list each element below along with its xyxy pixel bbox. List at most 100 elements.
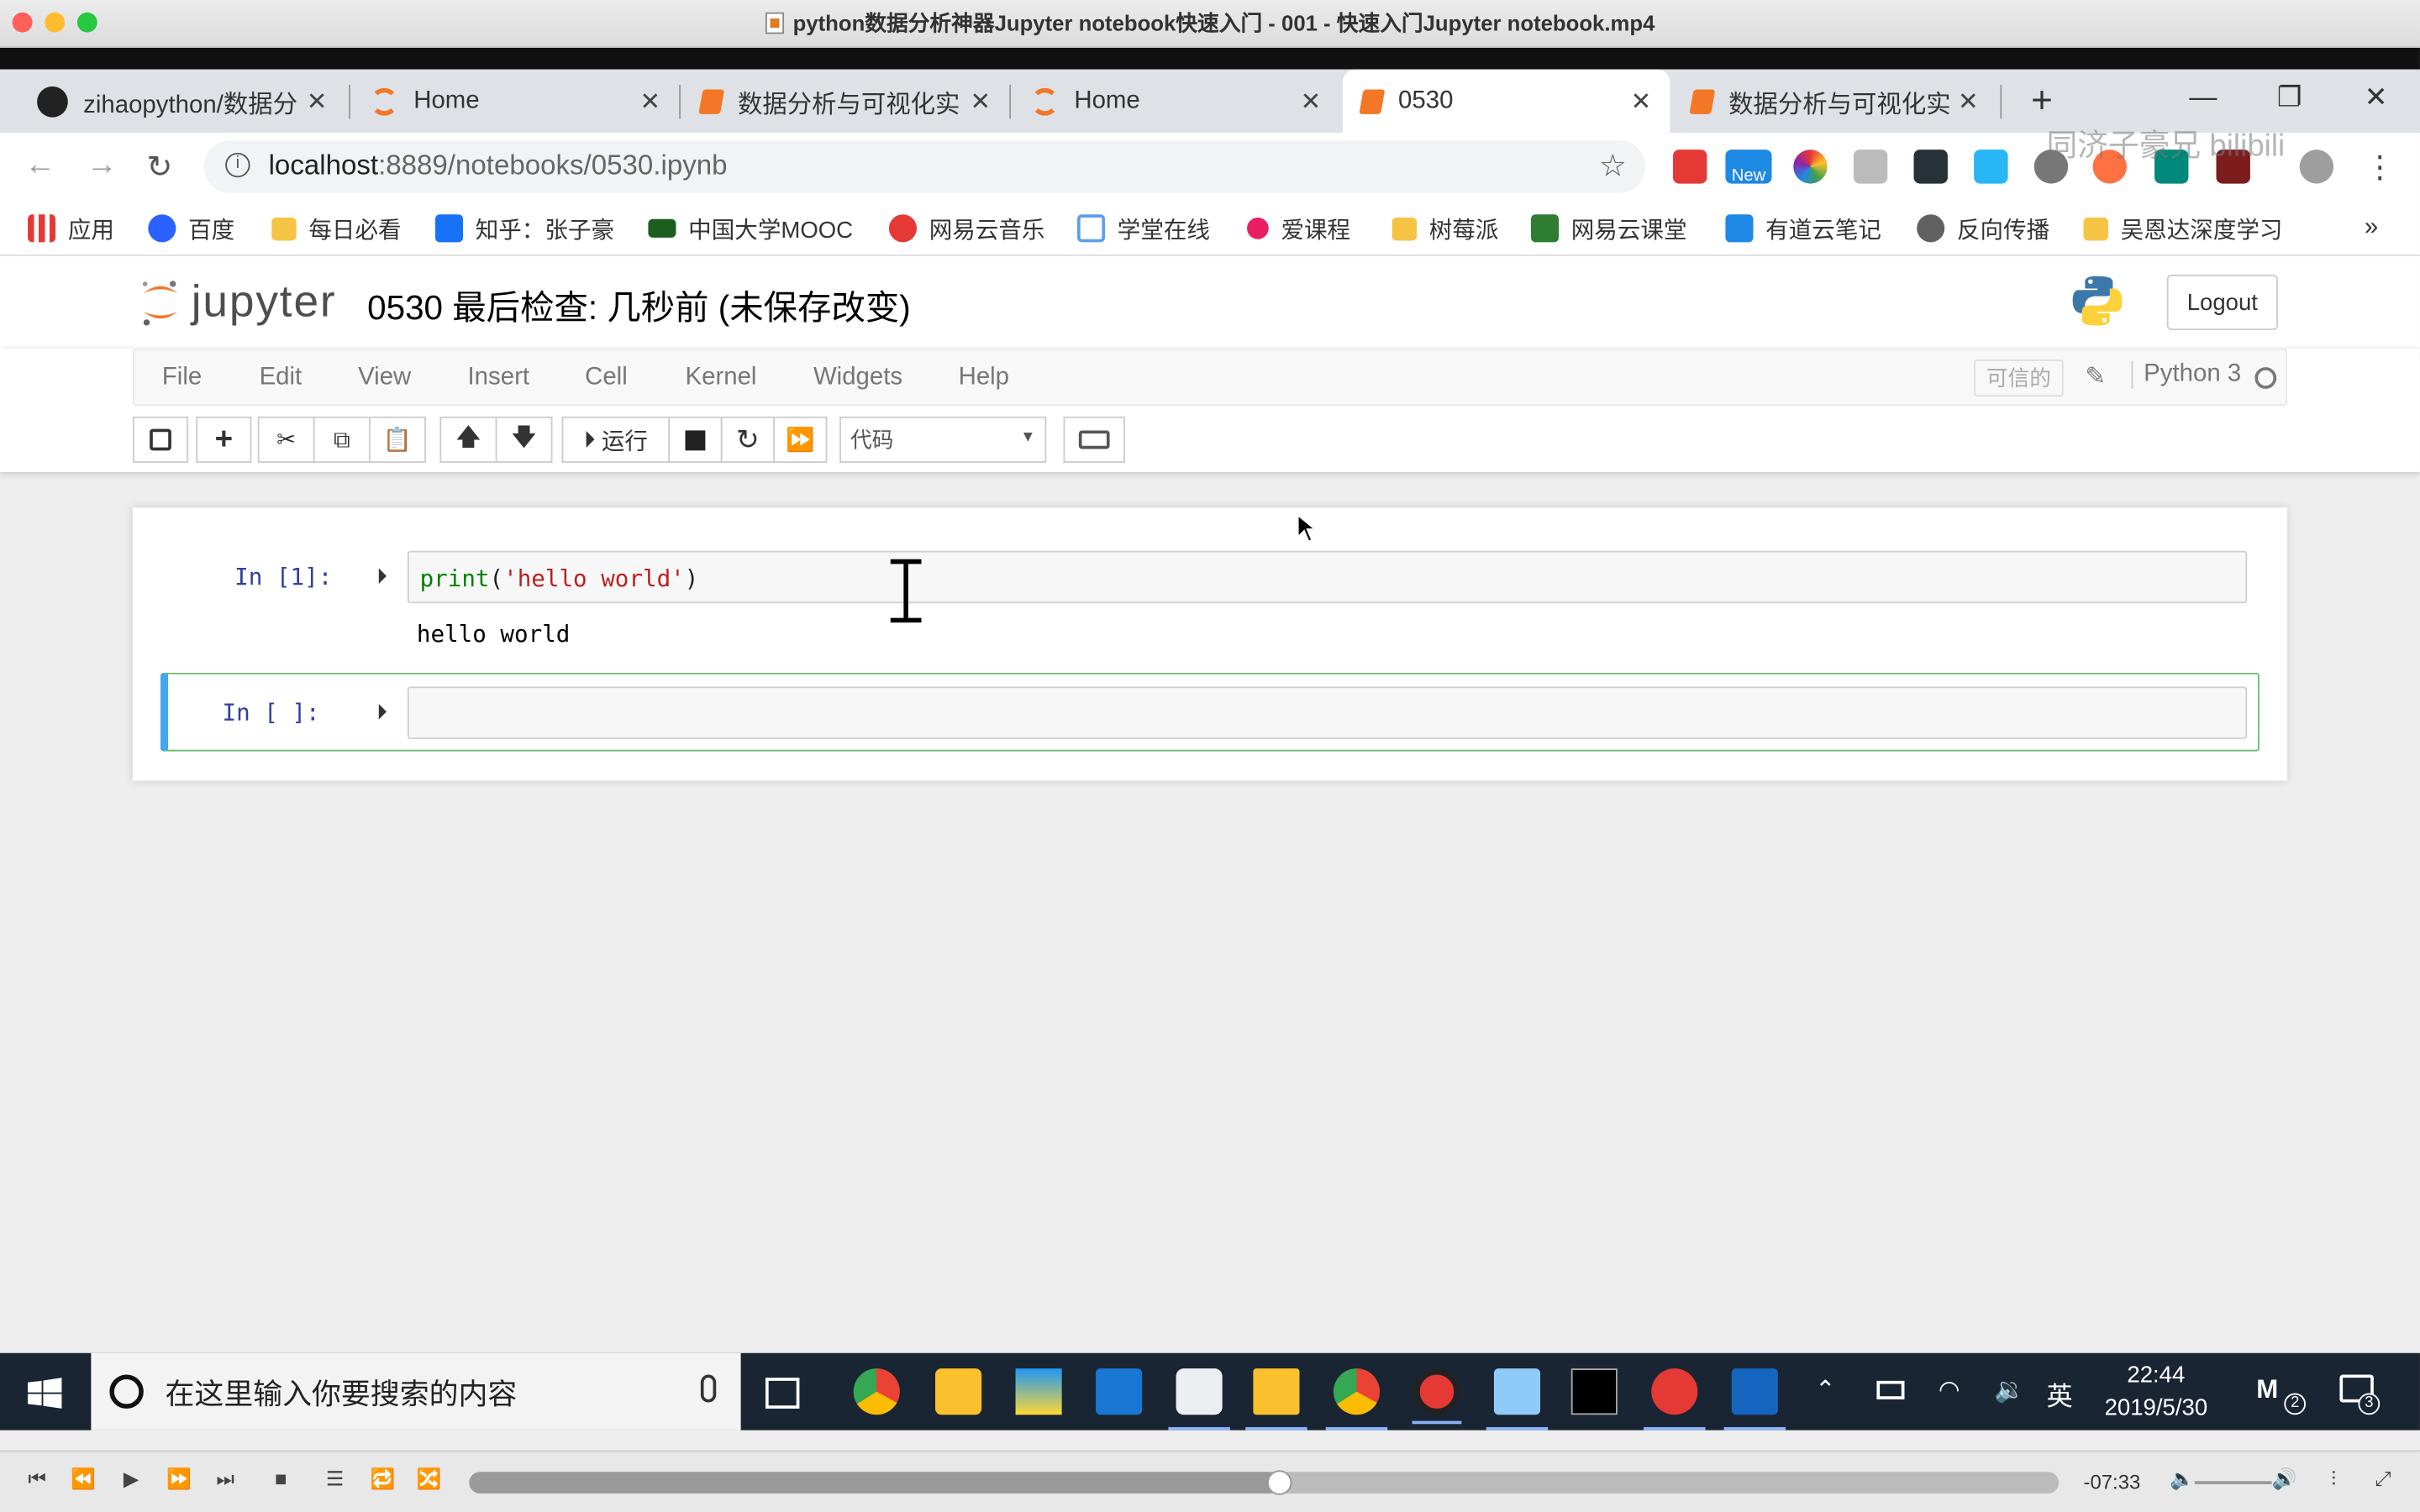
close-tab-icon[interactable]: ✕ — [1631, 86, 1652, 117]
bookmark-item[interactable]: 吴恩达深度学习 — [2083, 212, 2283, 245]
menu-kernel[interactable]: Kernel — [685, 364, 756, 391]
minimize-browser-button[interactable]: — — [2160, 70, 2245, 125]
run-cell-icon[interactable]: ⏵ — [376, 563, 387, 589]
browser-tab[interactable]: Home ✕ — [352, 70, 679, 133]
insert-cell-button[interactable]: + — [196, 416, 252, 464]
restore-browser-button[interactable]: ❐ — [2247, 70, 2332, 125]
rewind-icon[interactable]: ⏪ — [68, 1467, 99, 1492]
forward-icon[interactable]: → — [87, 148, 118, 183]
url-text[interactable]: localhost:8889/notebooks/0530.ipynb — [269, 150, 728, 182]
python-file-icon[interactable] — [1486, 1368, 1549, 1431]
bookmark-item[interactable]: 知乎：张子豪 — [434, 212, 614, 245]
volume-down-icon[interactable]: 🔈 — [2167, 1467, 2198, 1492]
trusted-indicator[interactable]: 可信的 — [1974, 359, 2064, 397]
close-tab-icon[interactable]: ✕ — [639, 86, 660, 117]
extension-new-icon[interactable]: New — [1725, 150, 1772, 184]
bookmark-item[interactable]: 爱课程 — [1247, 212, 1350, 245]
kernel-name[interactable]: Python 3 — [2131, 360, 2241, 389]
close-window-button[interactable] — [12, 12, 33, 33]
bookmark-item[interactable]: 每日必看 — [271, 212, 402, 245]
powershell-icon[interactable] — [1723, 1368, 1786, 1431]
taskbar-search[interactable]: 在这里输入你要搜索的内容 — [91, 1352, 741, 1431]
logout-button[interactable]: Logout — [2166, 274, 2278, 331]
more-menu-icon[interactable]: ⋮ — [2365, 148, 2396, 186]
site-info-icon[interactable]: i — [225, 152, 250, 178]
terminal-icon[interactable] — [1570, 1368, 1618, 1415]
run-button[interactable]: ⏵ 运行 — [561, 416, 671, 464]
playlist-icon[interactable]: ☰ — [319, 1467, 350, 1492]
browser-tab[interactable]: Home ✕ — [1013, 70, 1339, 133]
menu-file[interactable]: File — [162, 364, 202, 391]
profile-avatar[interactable] — [2299, 150, 2334, 184]
ime-indicator[interactable]: 英 — [2046, 1374, 2072, 1413]
bookmark-item[interactable]: 有道云笔记 — [1725, 212, 1881, 245]
cell-type-select[interactable]: 代码 ▼ — [839, 416, 1047, 464]
input-method-icon[interactable]: M — [2256, 1374, 2278, 1405]
reload-icon[interactable]: ↻ — [146, 148, 172, 186]
move-down-button[interactable]: 🡇 — [495, 416, 553, 464]
vscode-icon[interactable] — [1096, 1368, 1143, 1415]
volume-slider[interactable] — [2194, 1481, 2272, 1484]
back-icon[interactable]: ← — [24, 148, 55, 183]
typora-icon[interactable] — [1168, 1368, 1230, 1431]
bookmark-item[interactable]: 网易云音乐 — [888, 212, 1044, 245]
bookmark-item[interactable]: 学堂在线 — [1077, 212, 1210, 245]
volume-icon[interactable]: 🔉 — [1994, 1374, 2025, 1405]
zoom-window-button[interactable] — [76, 12, 97, 33]
potplayer-icon[interactable] — [935, 1368, 982, 1415]
paste-button[interactable]: 📋 — [368, 416, 426, 464]
menu-widgets[interactable]: Widgets — [813, 364, 902, 391]
close-tab-icon[interactable]: ✕ — [307, 86, 328, 117]
repeat-icon[interactable]: 🔁 — [367, 1467, 398, 1492]
browser-tab[interactable]: zihaopython/数据分 ✕ — [18, 70, 345, 133]
bookmark-item[interactable]: 百度 — [148, 212, 234, 245]
close-tab-icon[interactable]: ✕ — [1301, 86, 1322, 117]
bookmark-item[interactable]: 中国大学MOOC — [648, 212, 853, 245]
play-icon[interactable]: ▶ — [116, 1467, 147, 1492]
jupyter-logo[interactable]: jupyter — [139, 275, 336, 330]
spider-app-icon[interactable] — [1644, 1368, 1706, 1431]
bookmark-item[interactable]: 树莓派 — [1392, 212, 1498, 245]
menu-edit[interactable]: Edit — [260, 364, 302, 391]
wifi-icon[interactable]: ◠ — [1939, 1374, 1960, 1405]
restart-run-all-button[interactable]: ⏩ — [773, 416, 828, 464]
seek-handle[interactable] — [1267, 1470, 1292, 1495]
bookmark-item[interactable]: 反向传播 — [1917, 212, 2049, 245]
shuffle-icon[interactable]: 🔀 — [413, 1467, 445, 1492]
code-cell-input[interactable] — [407, 686, 2248, 739]
microphone-icon[interactable] — [700, 1374, 717, 1403]
bookmark-apps[interactable]: 应用 — [28, 212, 114, 245]
bookmarks-overflow-icon[interactable]: » — [2365, 212, 2378, 245]
menu-help[interactable]: Help — [959, 364, 1009, 391]
skip-end-icon[interactable]: ⏭ — [210, 1467, 241, 1492]
bookmark-item[interactable]: 网易云课堂 — [1531, 212, 1687, 245]
menu-insert[interactable]: Insert — [468, 364, 529, 391]
screen-extension-icon[interactable] — [1974, 150, 2008, 184]
chrome-active-icon[interactable] — [1325, 1368, 1388, 1431]
shield-extension-icon[interactable] — [1853, 150, 1888, 184]
stop-icon[interactable]: ■ — [266, 1467, 297, 1491]
volume-up-icon[interactable]: 🔊 — [2269, 1467, 2300, 1492]
address-bar[interactable]: i localhost:8889/notebooks/0530.ipynb ☆ — [203, 140, 1645, 193]
extension-red-icon[interactable] — [1672, 150, 1707, 184]
screen-recorder-icon[interactable] — [1412, 1368, 1462, 1425]
minimize-window-button[interactable] — [45, 12, 66, 33]
code-cell-input[interactable]: print('hello world') — [407, 550, 2248, 604]
close-tab-icon[interactable]: ✕ — [1958, 86, 1979, 117]
close-browser-button[interactable]: ✕ — [2333, 70, 2418, 125]
bookmark-star-icon[interactable]: ☆ — [1599, 146, 1627, 185]
seek-bar[interactable] — [469, 1470, 2060, 1495]
save-button[interactable] — [132, 416, 189, 464]
menu-cell[interactable]: Cell — [585, 364, 628, 391]
interrupt-button[interactable] — [668, 416, 723, 464]
close-tab-icon[interactable]: ✕ — [971, 86, 992, 117]
photos-extension-icon[interactable] — [1793, 150, 1828, 184]
skip-start-icon[interactable]: ⏮ — [22, 1467, 53, 1492]
fast-forward-icon[interactable]: ⏩ — [164, 1467, 195, 1492]
command-palette-button[interactable] — [1063, 416, 1125, 464]
tray-expand-icon[interactable]: ⌃ — [1815, 1374, 1836, 1405]
extension-dark-icon[interactable] — [1913, 150, 1948, 184]
fullscreen-icon[interactable]: ⤢ — [2367, 1467, 2398, 1492]
taskbar-clock[interactable]: 22:44 2019/5/30 — [2093, 1359, 2220, 1424]
menu-view[interactable]: View — [358, 364, 411, 391]
